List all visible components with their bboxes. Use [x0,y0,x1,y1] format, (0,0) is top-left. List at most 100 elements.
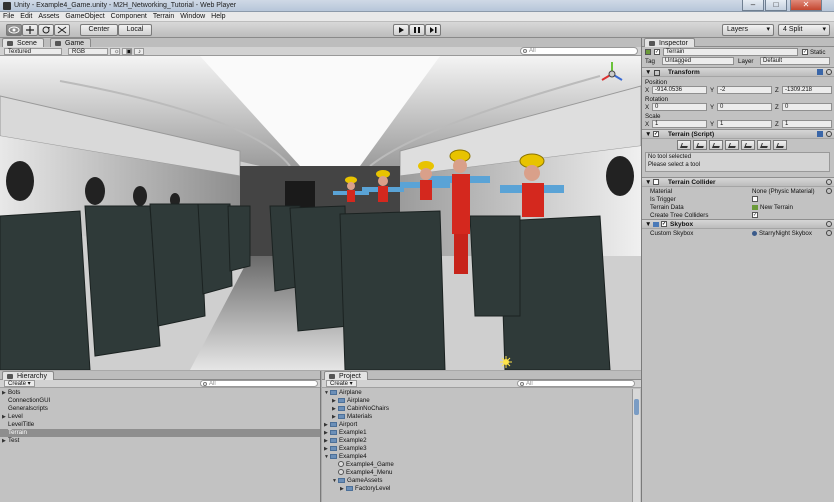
menu-assets[interactable]: Assets [35,12,62,22]
hierarchy-item-terrain[interactable]: Terrain [0,429,320,437]
hierarchy-item-test[interactable]: ▶ Test [0,437,320,445]
project-item-example4-game[interactable]: Example4_Game [322,461,641,469]
project-item-airplane-sub[interactable]: ▶ Airplane [322,397,641,405]
position-z-field[interactable]: -1309.218 [782,86,832,94]
hierarchy-create-dropdown[interactable]: Create ▾ [4,380,35,387]
object-picker-icon[interactable] [826,230,832,236]
menu-terrain[interactable]: Terrain [150,12,177,22]
paint-height-tool[interactable] [693,140,707,150]
menu-component[interactable]: Component [108,12,150,22]
project-item-example4-menu[interactable]: Example4_Menu [322,469,641,477]
project-item-airport[interactable]: ▶ Airport [322,421,641,429]
hierarchy-item-connectiongui[interactable]: ConnectionGUI [0,397,320,405]
gear-icon[interactable] [826,131,832,137]
layout-dropdown[interactable]: 4 Split ▾ [778,24,830,36]
hierarchy-item-level[interactable]: ▶ Level [0,413,320,421]
foldout-arrow-icon[interactable]: ▼ [645,68,651,77]
tab-hierarchy[interactable]: Hierarchy [2,371,54,380]
static-checkbox[interactable]: ✓ [802,49,808,55]
active-checkbox[interactable]: ✓ [654,49,660,55]
skybox-enabled-checkbox[interactable]: ✓ [661,221,667,227]
foldout-arrow-icon[interactable]: ▼ [645,130,651,139]
close-button[interactable]: ✕ [790,0,822,11]
object-picker-icon[interactable] [826,188,832,194]
terrain-collider-enabled-checkbox[interactable] [653,179,659,185]
scale-z-field[interactable]: 1 [782,120,832,128]
terrain-settings-tool[interactable] [773,140,787,150]
tab-inspector[interactable]: Inspector [644,38,695,47]
skybox-header[interactable]: ▼ ✓ Skybox [642,219,834,229]
scroll-thumb[interactable] [634,399,639,415]
layers-dropdown[interactable]: Layers ▾ [722,24,774,36]
step-button[interactable] [425,24,441,36]
project-item-gameassets[interactable]: ▼ GameAssets [322,477,641,485]
project-scrollbar[interactable] [632,389,640,502]
hierarchy-item-generalscripts[interactable]: Generalscripts [0,405,320,413]
menu-file[interactable]: File [0,12,17,22]
scene-image-toggle[interactable]: ▣ [122,48,132,55]
paint-details-tool[interactable] [757,140,771,150]
menu-window[interactable]: Window [177,12,208,22]
play-button[interactable] [393,24,409,36]
project-item-example1[interactable]: ▶ Example1 [322,429,641,437]
terrain-script-enabled-checkbox[interactable]: ✓ [653,131,659,137]
position-y-field[interactable]: -2 [717,86,772,94]
render-mode-dropdown[interactable]: Textured [4,48,62,55]
audio-toggle[interactable]: ♪ [134,48,144,55]
smooth-height-tool[interactable] [709,140,723,150]
rotation-z-field[interactable]: 0 [782,103,832,111]
project-item-materials[interactable]: ▶ Materials [322,413,641,421]
tree-colliders-checkbox[interactable]: ✓ [752,212,758,218]
hierarchy-search-input[interactable]: All [200,380,318,387]
foldout-arrow-icon[interactable]: ▼ [645,220,651,229]
rotate-tool-button[interactable] [38,24,54,36]
gear-icon[interactable] [826,179,832,185]
scene-search-input[interactable]: All [520,47,638,55]
help-book-icon[interactable] [817,131,823,137]
hierarchy-item-leveltitle[interactable]: LevelTitle [0,421,320,429]
rotation-x-field[interactable]: 0 [652,103,707,111]
raise-terrain-tool[interactable] [677,140,691,150]
pause-button[interactable] [409,24,425,36]
position-x-field[interactable]: -914.0536 [652,86,707,94]
project-create-dropdown[interactable]: Create ▾ [326,380,357,387]
terrain-script-header[interactable]: ▼ ✓ Terrain (Script) [642,129,834,139]
scale-x-field[interactable]: 1 [652,120,707,128]
project-item-cabinnochairs[interactable]: ▶ CabinNoChairs [322,405,641,413]
scene-viewport[interactable] [0,56,641,370]
gear-icon[interactable] [826,221,832,227]
hand-tool-button[interactable] [6,24,22,36]
object-name-field[interactable]: Terrain [663,48,798,56]
layer-dropdown[interactable]: Default [760,57,830,65]
rotation-y-field[interactable]: 0 [717,103,772,111]
minimize-button[interactable]: – [742,0,764,11]
scale-y-field[interactable]: 1 [717,120,772,128]
transform-header[interactable]: ▼ Transform [642,67,834,77]
tag-dropdown[interactable]: Untagged [662,57,734,65]
menu-edit[interactable]: Edit [17,12,35,22]
lighting-toggle[interactable]: ☼ [110,48,120,55]
project-item-example2[interactable]: ▶ Example2 [322,437,641,445]
pivot-space-toggle[interactable]: Local [118,24,152,36]
tab-scene[interactable]: Scene [2,38,44,47]
project-item-airplane[interactable]: ▼ Airplane [322,389,641,397]
move-tool-button[interactable] [22,24,38,36]
color-mode-dropdown[interactable]: RGB [68,48,108,55]
project-search-input[interactable]: All [517,380,635,387]
scale-tool-button[interactable] [54,24,70,36]
help-book-icon[interactable] [817,69,823,75]
maximize-button[interactable]: □ [765,0,787,11]
hierarchy-item-bots[interactable]: ▶ Bots [0,389,320,397]
project-item-factorylevel[interactable]: ▶ FactoryLevel [322,485,641,493]
custom-skybox-value[interactable]: StarryNight Skybox [759,229,812,238]
terrain-collider-header[interactable]: ▼ Terrain Collider [642,177,834,187]
project-item-example4[interactable]: ▼ Example4 [322,453,641,461]
pivot-center-toggle[interactable]: Center [80,24,118,36]
menu-help[interactable]: Help [208,12,228,22]
paint-texture-tool[interactable] [725,140,739,150]
foldout-arrow-icon[interactable]: ▼ [645,178,651,187]
tab-game[interactable]: Game [50,38,92,47]
tab-project[interactable]: Project [324,371,368,380]
is-trigger-checkbox[interactable] [752,196,758,202]
place-trees-tool[interactable] [741,140,755,150]
